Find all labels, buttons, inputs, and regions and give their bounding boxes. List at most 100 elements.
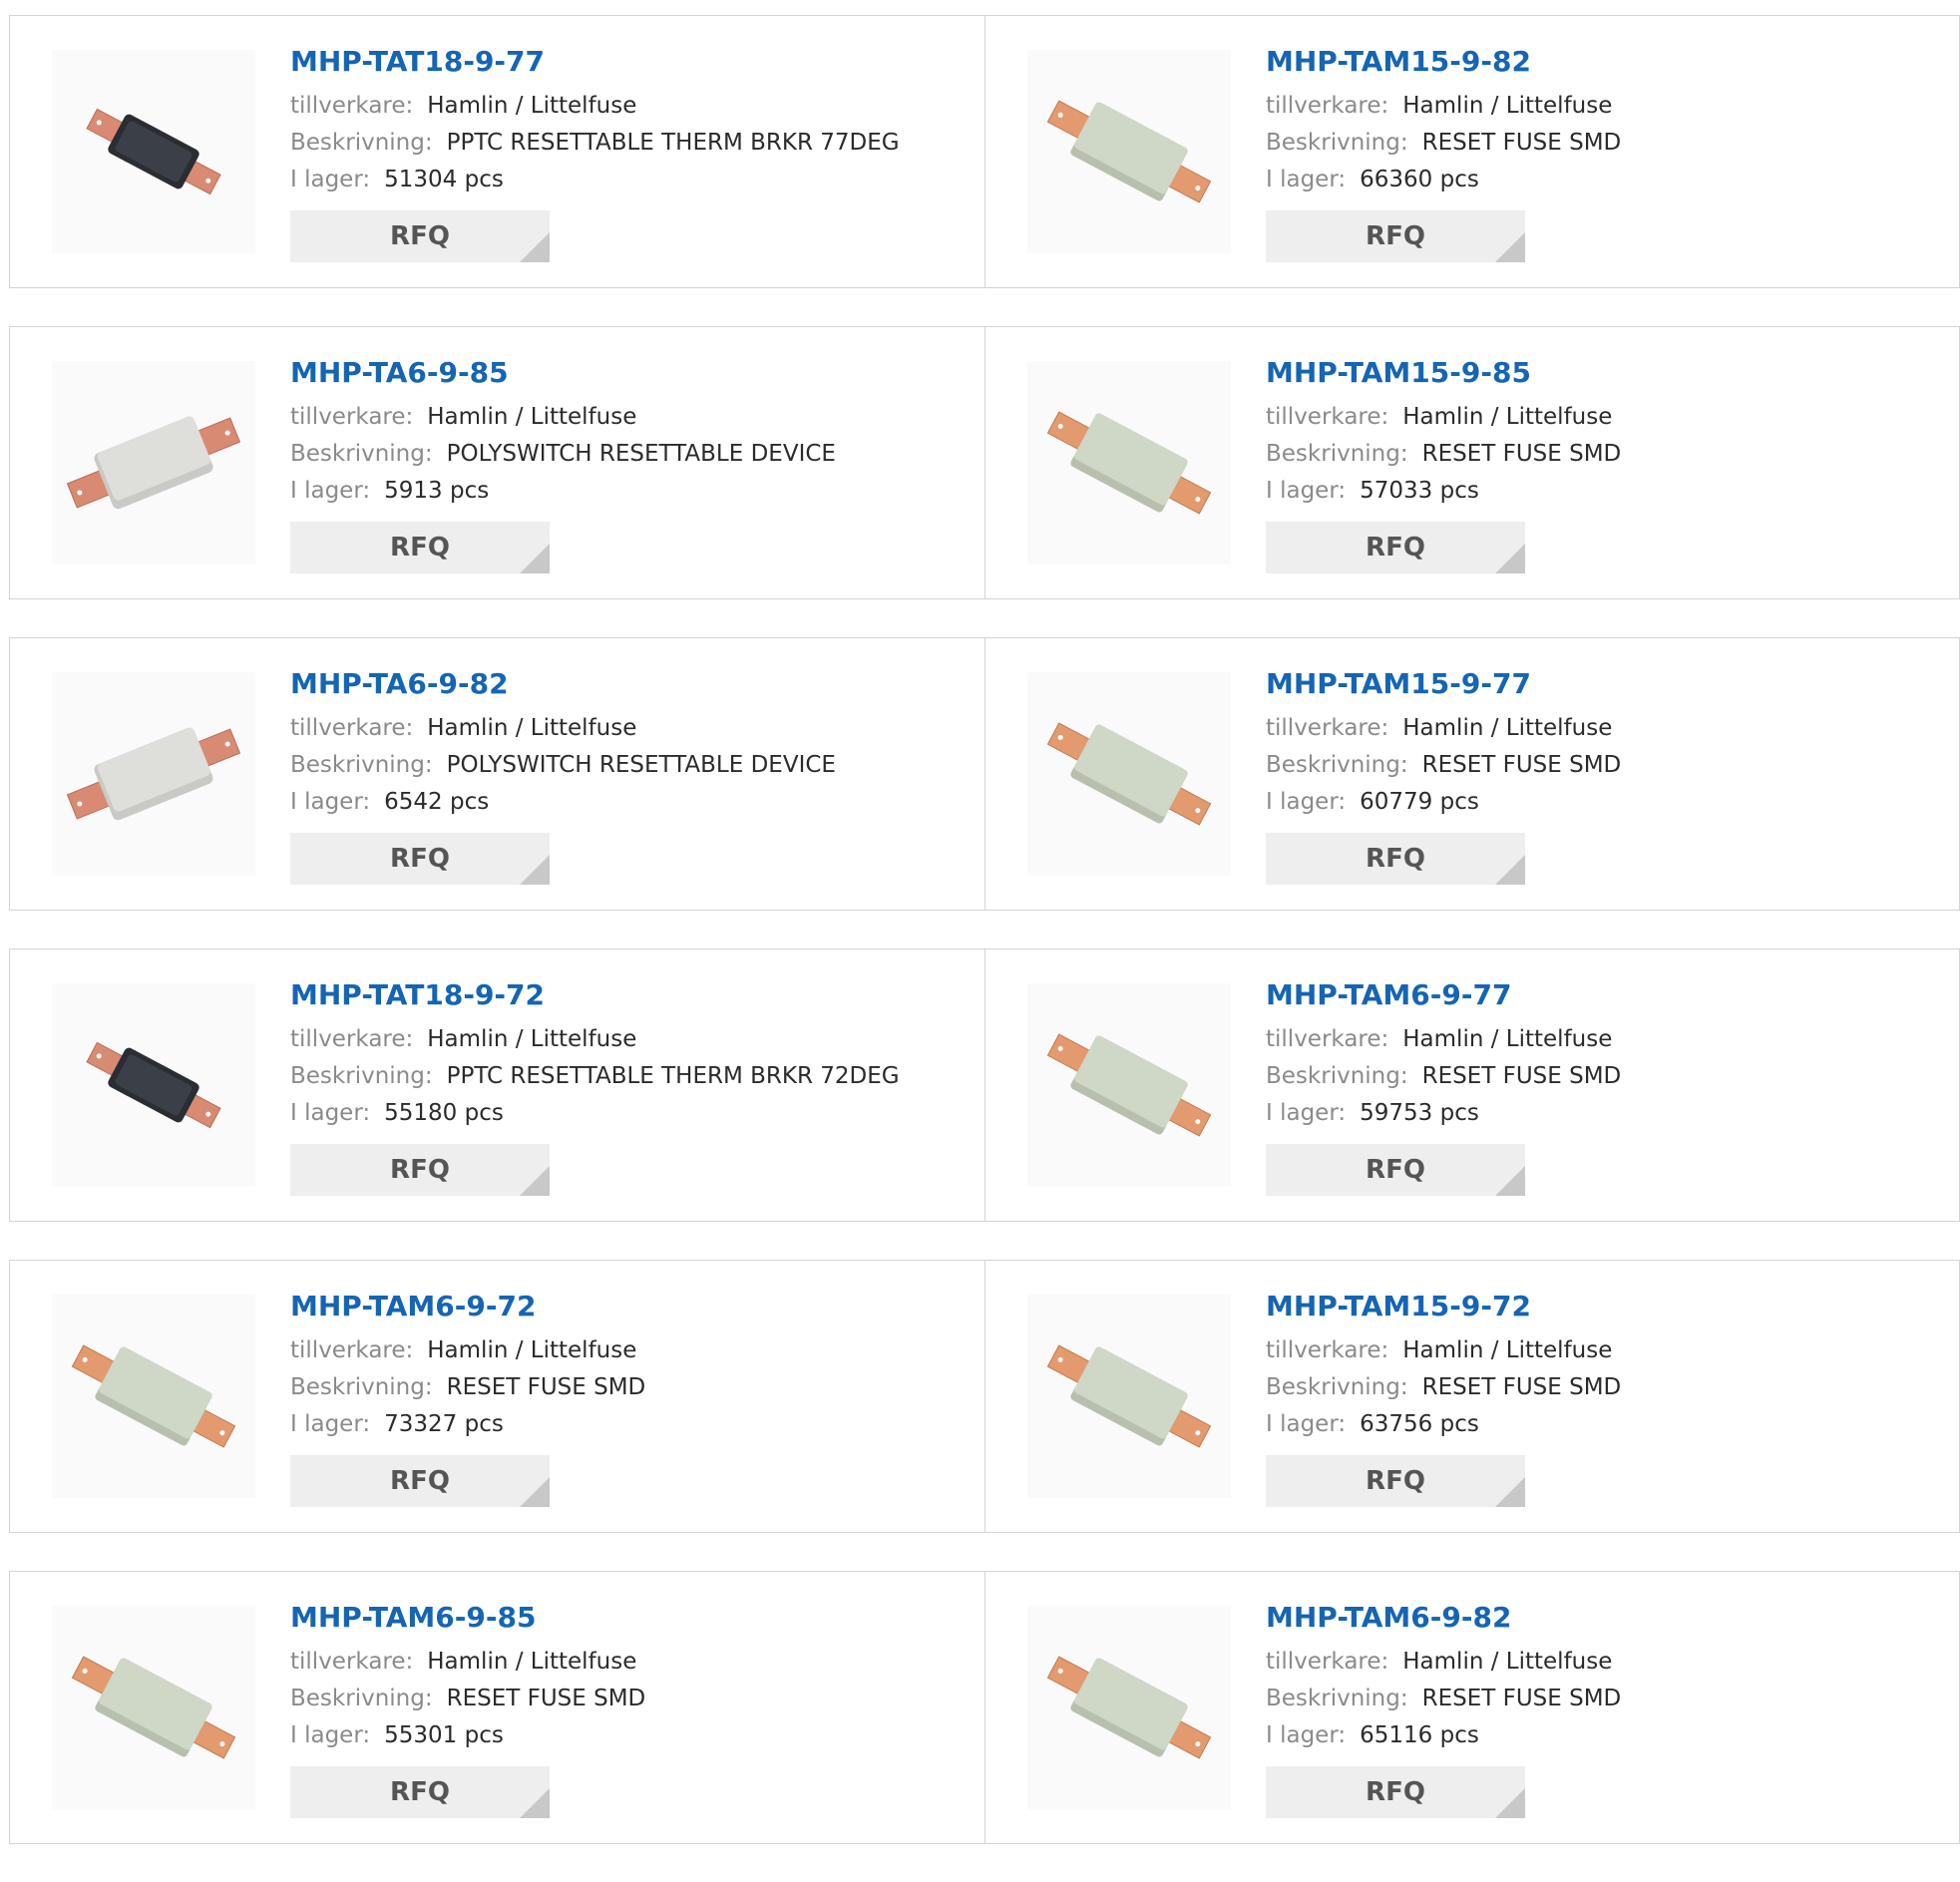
green-tam-fuse-icon[interactable] (52, 1295, 255, 1498)
rfq-button[interactable]: RFQ (1266, 1455, 1525, 1507)
manufacturer-value: Hamlin / Littelfuse (427, 1649, 637, 1675)
manufacturer-line: tillverkare: Hamlin / Littelfuse (1266, 88, 1621, 125)
rfq-button[interactable]: RFQ (290, 1766, 550, 1818)
product-card: MHP-TAM6-9-85 tillverkare: Hamlin / Litte… (10, 1572, 984, 1843)
rfq-button[interactable]: RFQ (290, 522, 550, 573)
rfq-button[interactable]: RFQ (1266, 522, 1525, 573)
product-card: MHP-TAM15-9-85 tillverkare: Hamlin / Litt… (984, 327, 1959, 598)
stock-line: I lager: 65116 pcs (1266, 1717, 1621, 1754)
green-tam-fuse-icon[interactable] (1027, 50, 1231, 253)
rfq-button[interactable]: RFQ (1266, 1766, 1525, 1818)
black-tat-fuse-icon[interactable] (52, 50, 255, 253)
product-card: MHP-TAM6-9-82 tillverkare: Hamlin / Litte… (984, 1572, 1959, 1843)
rfq-button[interactable]: RFQ (290, 1144, 550, 1196)
corner-fold-icon (520, 1477, 550, 1507)
stock-line: I lager: 6542 pcs (290, 784, 836, 821)
product-row: MHP-TA6-9-82 tillverkare: Hamlin / Littel… (9, 637, 1960, 911)
part-number-link[interactable]: MHP-TAT18-9-72 (290, 978, 900, 1012)
stock-line: I lager: 63756 pcs (1266, 1406, 1621, 1443)
product-info: MHP-TA6-9-82 tillverkare: Hamlin / Littel… (290, 667, 836, 885)
stock-value: 73327 pcs (384, 1411, 504, 1437)
rfq-button[interactable]: RFQ (1266, 210, 1525, 262)
product-info: MHP-TAM6-9-72 tillverkare: Hamlin / Litte… (290, 1290, 645, 1507)
description-label: Beskrivning: (290, 441, 433, 467)
rfq-button[interactable]: RFQ (290, 210, 550, 262)
rfq-label: RFQ (390, 1466, 450, 1496)
manufacturer-line: tillverkare: Hamlin / Littelfuse (1266, 399, 1621, 436)
stock-value: 6542 pcs (384, 789, 490, 815)
manufacturer-value: Hamlin / Littelfuse (1402, 715, 1613, 741)
grey-ta-fuse-icon[interactable] (52, 361, 255, 565)
part-number-link[interactable]: MHP-TA6-9-85 (290, 356, 836, 390)
manufacturer-label: tillverkare: (290, 93, 414, 119)
rfq-label: RFQ (390, 533, 450, 563)
part-number-link[interactable]: MHP-TAM6-9-77 (1266, 978, 1621, 1012)
product-row: MHP-TAM6-9-85 tillverkare: Hamlin / Litte… (9, 1571, 1960, 1844)
description-value: POLYSWITCH RESETTABLE DEVICE (446, 441, 836, 467)
product-card: MHP-TAT18-9-77 tillverkare: Hamlin / Litt… (10, 16, 984, 287)
rfq-label: RFQ (1366, 221, 1425, 251)
rfq-button[interactable]: RFQ (290, 1455, 550, 1507)
part-number-link[interactable]: MHP-TAM6-9-72 (290, 1290, 645, 1323)
green-tam-fuse-icon[interactable] (52, 1606, 255, 1809)
product-card: MHP-TAM6-9-77 tillverkare: Hamlin / Litte… (984, 949, 1959, 1221)
product-info: MHP-TAM15-9-77 tillverkare: Hamlin / Litt… (1266, 667, 1621, 885)
stock-label: I lager: (1266, 1411, 1347, 1437)
product-info: MHP-TAM15-9-85 tillverkare: Hamlin / Litt… (1266, 356, 1621, 573)
stock-line: I lager: 55301 pcs (290, 1717, 645, 1754)
product-grid: MHP-TAT18-9-77 tillverkare: Hamlin / Litt… (9, 15, 1960, 1882)
manufacturer-value: Hamlin / Littelfuse (427, 93, 637, 119)
grey-ta-fuse-icon[interactable] (52, 672, 255, 876)
description-line: Beskrivning: RESET FUSE SMD (290, 1681, 645, 1717)
rfq-button[interactable]: RFQ (1266, 833, 1525, 885)
part-number-link[interactable]: MHP-TAT18-9-77 (290, 45, 900, 79)
manufacturer-value: Hamlin / Littelfuse (427, 404, 637, 430)
stock-label: I lager: (290, 167, 371, 192)
stock-label: I lager: (290, 1722, 371, 1748)
stock-value: 55180 pcs (384, 1100, 504, 1126)
rfq-label: RFQ (390, 1777, 450, 1807)
part-number-link[interactable]: MHP-TAM15-9-82 (1266, 45, 1621, 79)
green-tam-fuse-icon[interactable] (1027, 361, 1231, 565)
part-number-link[interactable]: MHP-TA6-9-82 (290, 667, 836, 701)
part-number-link[interactable]: MHP-TAM15-9-72 (1266, 1290, 1621, 1323)
product-info: MHP-TAT18-9-72 tillverkare: Hamlin / Litt… (290, 978, 900, 1196)
description-line: Beskrivning: POLYSWITCH RESETTABLE DEVICE (290, 436, 836, 473)
stock-value: 65116 pcs (1360, 1722, 1479, 1748)
manufacturer-value: Hamlin / Littelfuse (1402, 404, 1613, 430)
manufacturer-label: tillverkare: (290, 404, 414, 430)
green-tam-fuse-icon[interactable] (1027, 672, 1231, 876)
description-line: Beskrivning: RESET FUSE SMD (290, 1369, 645, 1406)
corner-fold-icon (520, 855, 550, 885)
corner-fold-icon (1495, 1477, 1525, 1507)
rfq-button[interactable]: RFQ (1266, 1144, 1525, 1196)
manufacturer-line: tillverkare: Hamlin / Littelfuse (1266, 1332, 1621, 1369)
part-number-link[interactable]: MHP-TAM15-9-85 (1266, 356, 1621, 390)
description-line: Beskrivning: RESET FUSE SMD (1266, 436, 1621, 473)
manufacturer-label: tillverkare: (1266, 1649, 1389, 1675)
description-label: Beskrivning: (1266, 1374, 1408, 1400)
part-number-link[interactable]: MHP-TAM6-9-82 (1266, 1601, 1621, 1635)
part-number-link[interactable]: MHP-TAM15-9-77 (1266, 667, 1621, 701)
manufacturer-value: Hamlin / Littelfuse (1402, 1649, 1613, 1675)
description-line: Beskrivning: RESET FUSE SMD (1266, 1681, 1621, 1717)
description-value: RESET FUSE SMD (1421, 1063, 1622, 1089)
green-tam-fuse-icon[interactable] (1027, 983, 1231, 1187)
stock-label: I lager: (290, 1411, 371, 1437)
manufacturer-label: tillverkare: (290, 1026, 414, 1052)
rfq-label: RFQ (1366, 1155, 1425, 1185)
manufacturer-label: tillverkare: (290, 1337, 414, 1363)
green-tam-fuse-icon[interactable] (1027, 1295, 1231, 1498)
product-card: MHP-TAM15-9-77 tillverkare: Hamlin / Litt… (984, 638, 1959, 910)
rfq-button[interactable]: RFQ (290, 833, 550, 885)
product-info: MHP-TAT18-9-77 tillverkare: Hamlin / Litt… (290, 45, 900, 262)
rfq-label: RFQ (1366, 844, 1425, 874)
stock-value: 5913 pcs (384, 478, 490, 504)
product-info: MHP-TAM6-9-85 tillverkare: Hamlin / Litte… (290, 1601, 645, 1818)
description-label: Beskrivning: (290, 1374, 433, 1400)
stock-line: I lager: 73327 pcs (290, 1406, 645, 1443)
part-number-link[interactable]: MHP-TAM6-9-85 (290, 1601, 645, 1635)
description-value: RESET FUSE SMD (1421, 441, 1622, 467)
black-tat-fuse-icon[interactable] (52, 983, 255, 1187)
green-tam-fuse-icon[interactable] (1027, 1606, 1231, 1809)
